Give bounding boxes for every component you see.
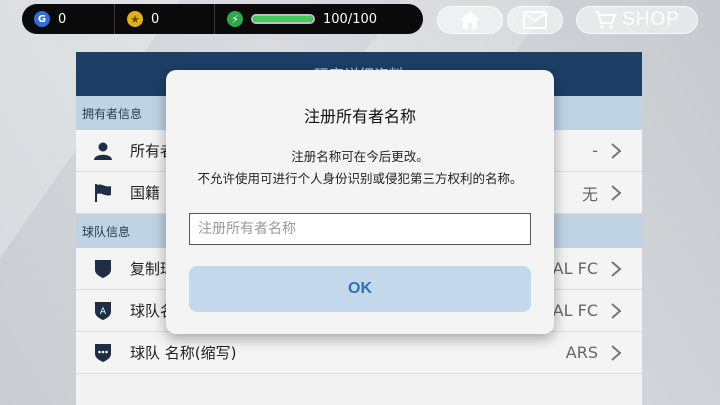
team-copy-value: AL FC [552, 259, 598, 278]
register-owner-dialog: 注册所有者名称 注册名称可在今后更改。 不允许使用可进行个人身份识别或侵犯第三方… [166, 70, 554, 334]
flag-icon [76, 183, 130, 203]
mail-button[interactable] [507, 6, 563, 34]
shield-letter-icon: A [76, 301, 130, 321]
energy-bar [251, 14, 315, 24]
team-abbr-value: ARS [565, 343, 598, 362]
star-coin-icon: ★ [127, 11, 143, 27]
dialog-message: 注册名称可在今后更改。 不允许使用可进行个人身份识别或侵犯第三方权利的名称。 [166, 146, 554, 190]
owner-name-input[interactable] [189, 213, 531, 245]
chevron-right-icon [611, 303, 622, 319]
nationality-label: 国籍 [130, 184, 161, 202]
currency-bar: G 0 ★ 0 ⚡ 100/100 [22, 4, 423, 34]
dialog-message-line1: 注册名称可在今后更改。 [291, 149, 429, 164]
gp-coin-icon: G [34, 11, 50, 27]
team-name-value: AL FC [552, 301, 598, 320]
chevron-right-icon [611, 143, 622, 159]
gp-value: 0 [58, 11, 67, 27]
coin-value: 0 [151, 11, 160, 27]
home-button[interactable] [437, 6, 503, 34]
lightning-icon: ⚡ [227, 11, 243, 27]
chevron-right-icon [611, 345, 622, 361]
energy-counter: ⚡ 100/100 [214, 4, 414, 34]
nationality-value: 无 [581, 184, 598, 204]
energy-bar-fill [253, 16, 313, 22]
energy-value: 100/100 [323, 11, 378, 27]
ok-button[interactable]: OK [189, 266, 531, 312]
shop-label: SHOP [622, 9, 680, 30]
envelope-icon [523, 11, 547, 29]
svg-text:A: A [100, 307, 107, 317]
gp-counter: G 0 [22, 4, 114, 34]
home-icon [460, 11, 480, 29]
dialog-title: 注册所有者名称 [303, 107, 416, 126]
owner-value: - [592, 141, 598, 160]
coin-counter: ★ 0 [114, 4, 214, 34]
dialog-message-line2: 不允许使用可进行个人身份识别或侵犯第三方权利的名称。 [197, 171, 523, 186]
shield-icon [76, 259, 130, 279]
cart-icon [595, 11, 617, 29]
person-icon [76, 141, 130, 161]
shop-button[interactable]: SHOP [576, 6, 698, 34]
team-abbr-row[interactable]: 球队 名称(缩写) ARS [76, 332, 642, 374]
chevron-right-icon [611, 185, 622, 201]
shield-dots-icon [76, 343, 130, 363]
chevron-right-icon [611, 261, 622, 277]
team-abbr-label: 球队 名称(缩写) [130, 344, 237, 362]
